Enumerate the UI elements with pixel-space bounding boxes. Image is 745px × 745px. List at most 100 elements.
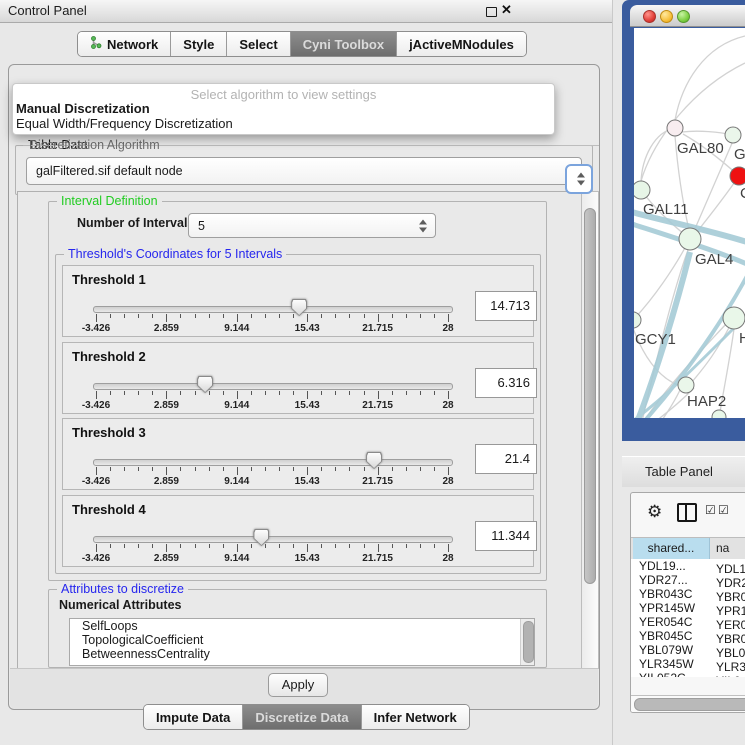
network-canvas[interactable]: GAL80GACGAL11GAL4GCY1HHAP2 [634,28,745,418]
tick-mark [349,467,350,471]
cell-shared-name[interactable]: YDL19... [631,559,709,573]
panel-scrollbar-thumb[interactable] [584,208,596,584]
tick-mark [152,544,153,548]
slider-thumb[interactable] [291,299,307,316]
tick-label: 2.859 [154,323,179,334]
tab-style[interactable]: Style [171,32,227,56]
number-of-intervals-select[interactable]: 5 [188,213,436,238]
table-horizontal-scrollbar[interactable] [631,695,745,713]
checkbox-icon[interactable]: ☑ [705,503,716,517]
table-scrollbar-thumb[interactable] [634,698,745,711]
tab-select[interactable]: Select [227,32,290,56]
list-scrollbar-thumb[interactable] [523,621,534,663]
threshold-value-input[interactable]: 6.316 [475,368,537,398]
gear-icon[interactable]: ⚙ [647,502,662,522]
table-row[interactable]: YBR045CYBR0 [631,629,745,643]
table-data-select[interactable]: galFiltered.sif default node [26,157,582,185]
tab-discretize-data[interactable]: Discretize Data [243,705,361,729]
panel-vertical-scrollbar[interactable] [581,191,599,669]
cell-shared-name[interactable]: YLR345W [631,657,709,671]
tab-impute-data[interactable]: Impute Data [144,705,243,729]
threshold-value-input[interactable]: 14.713 [475,291,537,321]
close-icon[interactable]: ✕ [501,2,512,18]
tick-mark [406,544,407,548]
list-item[interactable]: BetweennessCentrality [70,647,534,661]
split-columns-icon[interactable] [677,503,697,522]
table-row[interactable]: YDL19...YDL1 [631,559,745,573]
popup-option-equal-width[interactable]: Equal Width/Frequency Discretization [16,116,233,131]
slider-track[interactable] [93,383,453,390]
slider-thumb[interactable] [197,376,213,393]
table-row[interactable]: YER054CYER0 [631,615,745,629]
threshold-label: Threshold 1 [72,272,146,287]
node-label: H [739,330,745,347]
table-row[interactable]: YLR345WYLR3 [631,657,745,671]
tick-mark [124,314,125,318]
list-item[interactable]: SelfLoops [70,619,534,633]
interval-definition-title: Interval Definition [57,194,162,209]
cell-shared-name[interactable]: YBL079W [631,643,709,657]
network-node[interactable] [667,120,683,136]
close-button[interactable] [643,10,656,23]
cell-shared-name[interactable]: YBR045C [631,629,709,643]
tick-mark [138,467,139,471]
network-node[interactable] [723,307,745,329]
column-header-shared-name[interactable]: shared... [633,538,710,559]
tab-jactivemnodules[interactable]: jActiveMNodules [397,32,526,56]
network-node[interactable] [678,377,694,393]
tab-network[interactable]: Network [78,32,171,56]
control-panel-title: Control Panel [8,3,87,18]
popup-option-manual-discretization[interactable]: Manual Discretization [16,101,150,116]
algorithm-combo-fragment[interactable] [565,164,593,194]
tick-label: 28 [442,553,453,564]
cell-shared-name[interactable]: YER054C [631,615,709,629]
slider-thumb[interactable] [366,452,382,469]
threshold-value-input[interactable]: 11.344 [475,521,537,551]
tick-mark [335,314,336,318]
tick-mark [166,544,167,552]
tab-infer-network[interactable]: Infer Network [362,705,469,729]
threshold-value-input[interactable]: 21.4 [475,444,537,474]
tick-mark [335,467,336,471]
tick-mark [420,467,421,471]
slider-track[interactable] [93,306,453,313]
column-header-name[interactable]: na [710,538,745,559]
tab-cyni-toolbox[interactable]: Cyni Toolbox [291,32,397,56]
cell-shared-name[interactable]: YDR27... [631,573,709,587]
tick-mark [223,467,224,471]
checkbox-icon[interactable]: ☑ [718,503,729,517]
tick-mark [279,467,280,471]
control-panel-tabs: NetworkStyleSelectCyni ToolboxjActiveMNo… [77,31,527,57]
table-row[interactable]: YBL079WYBL0 [631,643,745,657]
table-row[interactable]: YDR27...YDR2 [631,573,745,587]
network-node[interactable] [634,181,650,199]
slider-track[interactable] [93,536,453,543]
table-row[interactable]: YIL052CYIL0 [631,671,745,677]
table-row[interactable]: YPR145WYPR1 [631,601,745,615]
list-scrollbar[interactable] [520,619,534,665]
tab-label: Infer Network [374,710,457,725]
slider-thumb[interactable] [253,529,269,546]
float-window-icon[interactable] [486,7,497,17]
network-node[interactable] [730,167,745,185]
minimize-button[interactable] [660,10,673,23]
cyni-toolbox-panel: Discretization Algorithm Table Data galF… [8,64,600,710]
network-node[interactable] [712,410,726,418]
apply-button[interactable]: Apply [268,673,328,697]
zoom-button[interactable] [677,10,690,23]
tick-mark [420,544,421,548]
numerical-attributes-list[interactable]: SelfLoopsTopologicalCoefficientBetweenne… [69,618,535,666]
list-item[interactable]: TopologicalCoefficient [70,633,534,647]
table-row[interactable]: YBR043CYBR0 [631,587,745,601]
cell-shared-name[interactable]: YIL052C [631,671,709,677]
slider-track[interactable] [93,459,453,466]
cell-name[interactable]: YIL0 [709,674,741,677]
tick-mark [434,467,435,471]
cell-shared-name[interactable]: YPR145W [631,601,709,615]
network-node[interactable] [679,228,701,250]
network-node[interactable] [725,127,741,143]
cell-shared-name[interactable]: YBR043C [631,587,709,601]
number-of-intervals-label: Number of Intervals [77,216,194,230]
spinner-icon [577,173,585,186]
network-node[interactable] [634,312,641,328]
